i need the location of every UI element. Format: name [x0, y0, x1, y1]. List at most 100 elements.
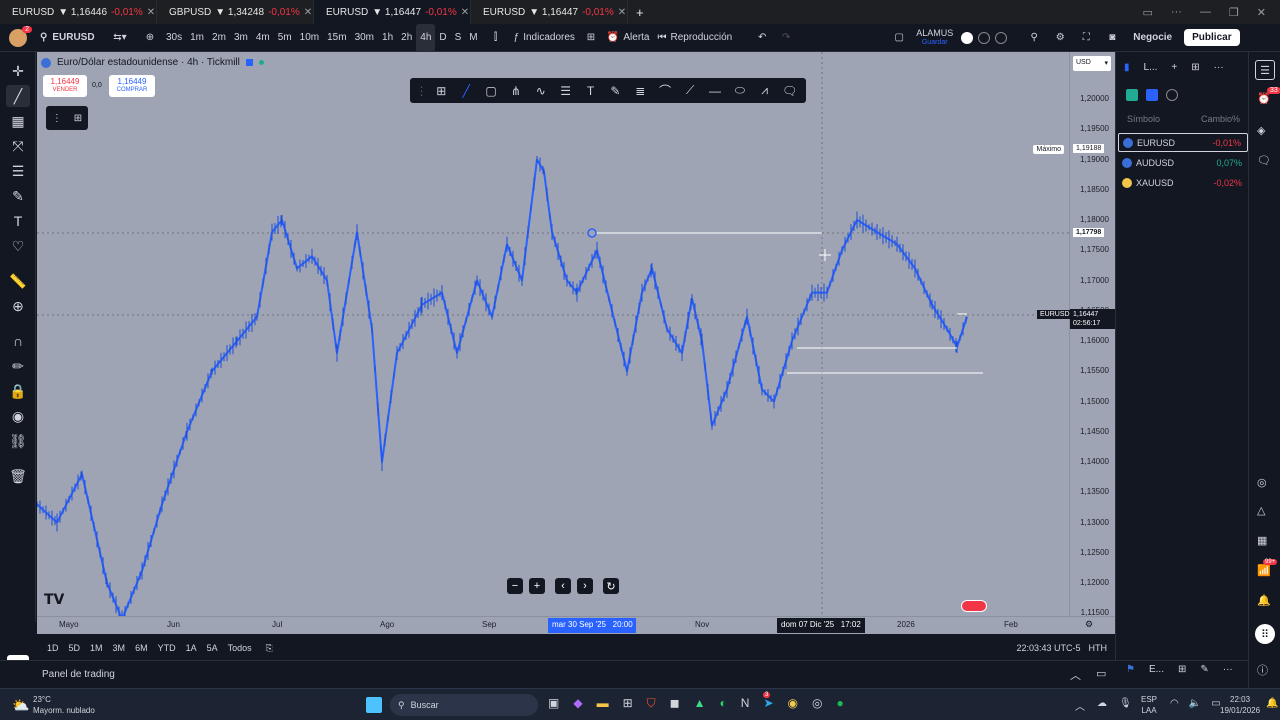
- range-3M[interactable]: 3M: [113, 643, 126, 653]
- polyline-icon[interactable]: ⩘: [755, 81, 775, 101]
- interval-30m[interactable]: 30m: [351, 24, 378, 52]
- triangle-icon[interactable]: △: [1257, 504, 1265, 517]
- alerts-icon[interactable]: ⏰: [1257, 92, 1271, 105]
- account-selector[interactable]: ALAMUS Guardar: [912, 24, 957, 52]
- maximize-icon[interactable]: ❐: [1229, 6, 1239, 19]
- interval-1m[interactable]: 1m: [186, 24, 208, 52]
- text-icon[interactable]: T: [6, 210, 30, 232]
- ray-icon[interactable]: ⟋: [680, 81, 700, 101]
- interval-3m[interactable]: 3m: [230, 24, 252, 52]
- clock-label[interactable]: 22:03:43 UTC-5: [1016, 643, 1080, 653]
- window-layout-icon[interactable]: ▭: [1143, 6, 1153, 19]
- crosshair-icon[interactable]: ✛: [6, 60, 30, 82]
- apps-icon[interactable]: ⠿: [1255, 624, 1275, 644]
- redo-icon[interactable]: ↷: [774, 24, 798, 52]
- channel-icon[interactable]: ☰: [556, 81, 576, 101]
- weather-widget[interactable]: 23°C Mayorm. nublado: [33, 694, 95, 716]
- table-icon[interactable]: ⊞: [1191, 62, 1199, 73]
- interval-S[interactable]: S: [451, 24, 466, 52]
- more-icon[interactable]: ···: [1214, 62, 1224, 73]
- interval-30s[interactable]: 30s: [162, 24, 186, 52]
- price-series[interactable]: [37, 158, 968, 617]
- volume-icon[interactable]: 🔈: [1189, 698, 1201, 709]
- pattern-icon[interactable]: ⤧: [6, 135, 30, 157]
- scroll-left-icon[interactable]: ‹: [555, 578, 571, 594]
- chat-icon[interactable]: 🗨: [1257, 154, 1271, 167]
- app2-icon[interactable]: ◎: [812, 696, 822, 711]
- fib-icon[interactable]: ▦: [6, 110, 30, 132]
- range-5A[interactable]: 5A: [207, 643, 218, 653]
- range-YTD[interactable]: YTD: [158, 643, 176, 653]
- notification-icon[interactable]: 🔔: [1266, 698, 1278, 709]
- brush-icon[interactable]: ✎: [605, 81, 625, 101]
- range-6M[interactable]: 6M: [135, 643, 148, 653]
- sell-button[interactable]: 1,16449 VENDER: [43, 75, 87, 97]
- zoom-icon[interactable]: ⊕: [6, 295, 30, 317]
- edit-icon[interactable]: ✎: [1200, 664, 1208, 675]
- tab-gbpusd[interactable]: GBPUSD ▼ 1,34248 -0,01% ✕: [157, 0, 314, 24]
- chevron-up-icon[interactable]: ︿: [1075, 698, 1085, 713]
- hth-label[interactable]: HTH: [1089, 643, 1116, 653]
- calendar-icon[interactable]: ▦: [1257, 534, 1267, 547]
- trendline-icon[interactable]: ╱: [456, 81, 476, 101]
- maximize-panel-icon[interactable]: ▭: [1096, 667, 1106, 680]
- layers-icon[interactable]: ◈: [1257, 124, 1265, 137]
- interval-D[interactable]: D: [435, 24, 450, 52]
- chrome-icon[interactable]: ◉: [788, 696, 798, 711]
- publish-button[interactable]: Publicar: [1184, 29, 1240, 46]
- brave-icon[interactable]: ⛉: [647, 696, 656, 711]
- more-icon[interactable]: ···: [1171, 6, 1182, 18]
- tab-eurusd-active[interactable]: EURUSD ▼ 1,16447 -0,01% ✕: [314, 0, 471, 24]
- link-icon[interactable]: ⛓: [6, 430, 30, 452]
- time-scale[interactable]: Mayo Jun Jul Ago Sep Nov 2026 Feb mar 30 Sep '2…: [37, 616, 1115, 634]
- taskbar-search[interactable]: ⚲ Buscar: [390, 694, 538, 716]
- ellipse-icon[interactable]: ⬭: [730, 81, 750, 101]
- account-circles[interactable]: [957, 24, 1011, 52]
- layouts-icon[interactable]: ⊞: [579, 24, 603, 52]
- tab-eurusd-4[interactable]: EURUSD ▼ 1,16447 -0,01% ✕: [471, 0, 628, 24]
- price-chart[interactable]: [37, 52, 1069, 616]
- wifi-icon[interactable]: ◠: [1170, 698, 1179, 709]
- indicators-button[interactable]: ƒ Indicadores: [510, 24, 579, 52]
- close-icon[interactable]: ✕: [461, 7, 469, 18]
- minimize-icon[interactable]: —: [1200, 6, 1211, 18]
- close-icon[interactable]: ✕: [304, 7, 312, 18]
- pitchfork-icon[interactable]: ⋔: [506, 81, 526, 101]
- interval-1h[interactable]: 1h: [378, 24, 397, 52]
- watchlist-icon[interactable]: ☰: [1255, 60, 1275, 80]
- weather-icon[interactable]: ⛅: [12, 697, 29, 714]
- interval-2m[interactable]: 2m: [208, 24, 230, 52]
- zoom-in-icon[interactable]: +: [529, 578, 545, 594]
- whatsapp-icon[interactable]: ◐: [720, 696, 727, 711]
- interval-5m[interactable]: 5m: [274, 24, 296, 52]
- interval-10m[interactable]: 10m: [296, 24, 323, 52]
- brush-icon[interactable]: ✎: [6, 185, 30, 207]
- watchlist-title[interactable]: L...: [1144, 62, 1158, 73]
- events-icon[interactable]: [961, 600, 987, 612]
- range-1D[interactable]: 1D: [47, 643, 59, 653]
- avatar[interactable]: 2: [0, 24, 36, 52]
- eye-icon[interactable]: ◉: [6, 405, 30, 427]
- replay-button[interactable]: ⏮ Reproducción: [653, 24, 736, 52]
- store-icon[interactable]: ⊞: [623, 696, 633, 711]
- filter-icon-1[interactable]: [1126, 89, 1138, 101]
- interval-4m[interactable]: 4m: [252, 24, 274, 52]
- heart-icon[interactable]: ♡: [6, 235, 30, 257]
- buy-button[interactable]: 1,16449 COMPRAR: [109, 75, 155, 97]
- range-5D[interactable]: 5D: [69, 643, 81, 653]
- trash-icon[interactable]: 🗑: [6, 465, 30, 487]
- trading-panel-tab[interactable]: Panel de trading: [42, 669, 115, 680]
- horizontal-line-icon[interactable]: —: [705, 81, 725, 101]
- ruler-icon[interactable]: 📏: [6, 270, 30, 292]
- chart-type-icon[interactable]: ⫿: [482, 24, 510, 52]
- add-symbol-icon[interactable]: ⊕: [138, 24, 162, 52]
- fullscreen-icon[interactable]: ⛶: [1073, 24, 1099, 52]
- help-icon[interactable]: ⓘ: [1257, 662, 1268, 678]
- fib-icon[interactable]: ≣: [630, 81, 650, 101]
- panel-footer-label[interactable]: E...: [1149, 664, 1164, 675]
- watchlist-row[interactable]: XAUUSD -0,02%: [1118, 173, 1248, 192]
- col-symbol[interactable]: Símbolo: [1127, 114, 1160, 124]
- symbol-search[interactable]: ⚲ EURUSD: [36, 24, 102, 52]
- trade-button[interactable]: Negocie: [1125, 24, 1180, 52]
- lock-drawing-icon[interactable]: ✏: [6, 355, 30, 377]
